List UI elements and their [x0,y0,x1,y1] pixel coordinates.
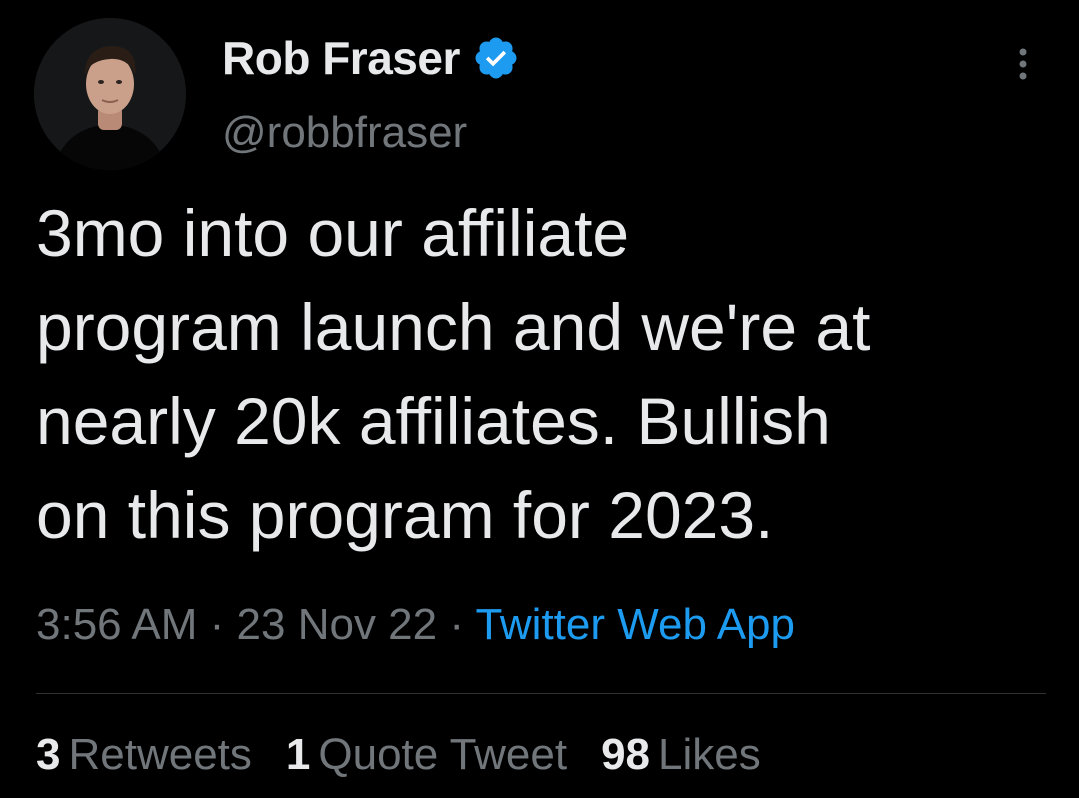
likes-count: 98 [601,730,651,779]
meta-separator: · [197,600,237,649]
more-vertical-icon[interactable] [1008,44,1038,84]
divider [36,693,1046,694]
tweet-stats: 3 Retweets 1 Quote Tweet 98 Likes [36,730,795,780]
tweet-source-link[interactable]: Twitter Web App [475,600,795,649]
tweet-meta: 3:56 AM · 23 Nov 22 · Twitter Web App [36,600,795,650]
retweets-stat[interactable]: 3 Retweets [36,730,252,780]
avatar[interactable] [34,18,186,170]
likes-label: Likes [658,730,761,779]
retweets-label: Retweets [68,730,252,779]
tweet-time[interactable]: 3:56 AM [36,600,197,649]
tweet-date[interactable]: 23 Nov 22 [237,600,438,649]
tweet-detail: Rob Fraser @robbfraser 3mo into our affi… [0,0,1079,798]
quote-tweets-stat[interactable]: 1 Quote Tweet [286,730,567,780]
tweet-text: 3mo into our affiliate program launch an… [36,196,871,552]
retweets-count: 3 [36,730,61,779]
quotes-label: Quote Tweet [318,730,568,779]
verified-badge-icon [472,34,520,82]
quotes-count: 1 [285,730,311,779]
display-name[interactable]: Rob Fraser [222,31,460,85]
user-handle[interactable]: @robbfraser [222,108,467,158]
name-row: Rob Fraser [222,28,520,88]
likes-stat[interactable]: 98 Likes [601,730,761,780]
meta-separator: · [437,600,476,649]
avatar-photo-icon [34,18,186,170]
